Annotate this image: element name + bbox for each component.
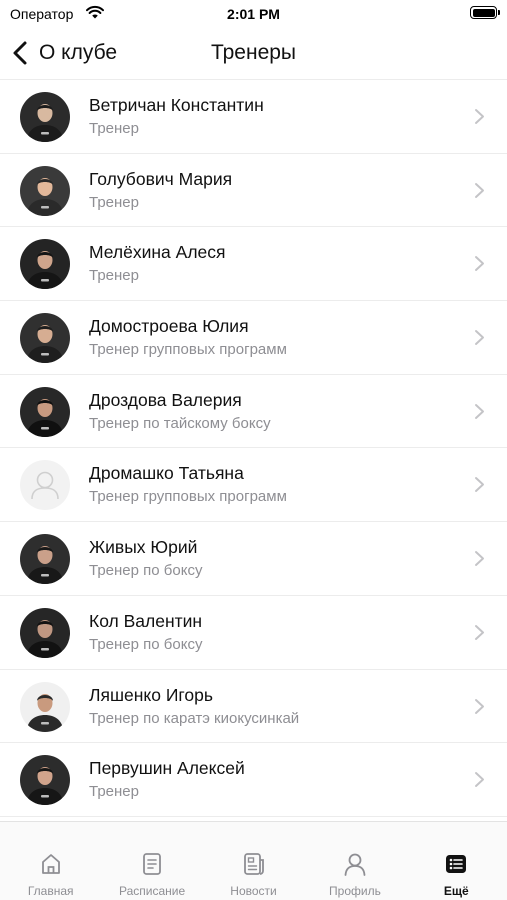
- trainer-role: Тренер: [89, 193, 139, 211]
- trainer-name: Ветричан Константин: [89, 95, 264, 115]
- chevron-right-icon: [475, 109, 484, 124]
- chevron-right-icon: [475, 624, 484, 640]
- trainer-role: Тренер по боксу: [89, 562, 203, 580]
- chevron-right-icon: [475, 698, 484, 714]
- avatar: [20, 755, 70, 806]
- tab-label: Ещё: [443, 884, 469, 898]
- avatar: [20, 92, 70, 142]
- trainer-row[interactable]: Домостроева Юлия Тренер групповых програм…: [0, 301, 507, 375]
- trainer-name: Мелёхина Алеся: [89, 242, 226, 263]
- avatar: [20, 607, 70, 658]
- schedule-icon: [143, 853, 162, 875]
- trainer-role: Тренер групповых программ: [89, 488, 287, 506]
- home-icon: [41, 854, 60, 874]
- trainer-name: Кол Валентин: [89, 610, 203, 631]
- trainer-name: Ляшенко Игорь: [89, 684, 214, 705]
- chevron-right-icon: [475, 182, 484, 198]
- chevron-right-icon: [475, 330, 484, 346]
- news-icon: [243, 853, 264, 875]
- tab-profile[interactable]: Профиль: [304, 822, 405, 900]
- trainer-row[interactable]: Дромашко Татьяна Тренер групповых програм…: [0, 448, 507, 523]
- avatar-placeholder-person-icon: [20, 460, 70, 511]
- trainer-row[interactable]: Первушин Алексей Тренер: [0, 743, 507, 817]
- tab-news[interactable]: Новости: [203, 822, 304, 900]
- trainer-row[interactable]: Голубович Мария Тренер: [0, 154, 507, 228]
- chevron-right-icon: [475, 403, 484, 419]
- trainer-role: Тренер: [89, 120, 139, 137]
- tab-bar: Главная Расписание Новости Профиль Ещё: [0, 821, 507, 900]
- trainer-row[interactable]: Дроздова Валерия Тренер по тайскому боксу: [0, 375, 507, 449]
- trainer-row[interactable]: Живых Юрий Тренер по боксу: [0, 522, 507, 596]
- avatar: [20, 534, 70, 585]
- navigation-bar: О клубе Тренеры: [0, 28, 507, 78]
- trainer-row[interactable]: Мелёхина Алеся Тренер: [0, 227, 507, 302]
- trainer-row[interactable]: Ляшенко Игорь Тренер по каратэ киокусинка…: [0, 670, 507, 744]
- trainer-row[interactable]: Кол Валентин Тренер по боксу: [0, 596, 507, 670]
- back-button-label: О клубе: [39, 41, 118, 64]
- trainer-name: Домостроева Юлия: [89, 316, 249, 337]
- trainer-role: Тренер по боксу: [89, 635, 203, 653]
- trainer-name: Голубович Мария: [89, 168, 233, 189]
- trainer-row[interactable]: Ветричан Константин Тренер: [0, 80, 507, 154]
- avatar: [20, 313, 70, 364]
- status-bar: Оператор 2:01 PM: [0, 0, 507, 28]
- avatar: [20, 681, 70, 732]
- trainer-role: Тренер: [89, 783, 139, 801]
- chevron-right-icon: [475, 256, 484, 272]
- tab-label: Расписание: [119, 884, 186, 898]
- tab-label: Новости: [230, 884, 277, 898]
- trainer-name: Дроздова Валерия: [89, 389, 242, 410]
- more-list-icon: [446, 855, 467, 873]
- tab-more-list[interactable]: Ещё: [406, 822, 507, 900]
- profile-icon: [344, 853, 366, 876]
- tab-label: Профиль: [329, 884, 381, 898]
- avatar: [20, 239, 70, 290]
- trainer-role: Тренер по каратэ киокусинкай: [89, 709, 300, 727]
- chevron-left-icon: [13, 41, 27, 65]
- trainers-list[interactable]: Ветричан Константин Тренер Голубович Мария…: [0, 79, 507, 821]
- trainer-name: Первушин Алексей: [89, 758, 245, 779]
- tab-schedule[interactable]: Расписание: [101, 822, 202, 900]
- avatar: [20, 386, 70, 437]
- trainer-role: Тренер по тайскому боксу: [89, 414, 271, 432]
- chevron-right-icon: [475, 551, 484, 567]
- trainer-role: Тренер: [89, 267, 139, 285]
- tab-home[interactable]: Главная: [0, 822, 101, 900]
- trainer-role: Тренер групповых программ: [89, 341, 287, 359]
- avatar: [20, 165, 70, 216]
- back-button[interactable]: О клубе: [10, 36, 117, 70]
- chevron-right-icon: [475, 772, 484, 788]
- trainer-name: Живых Юрий: [89, 537, 198, 558]
- trainer-name: Дромашко Татьяна: [89, 463, 244, 484]
- chevron-right-icon: [475, 477, 484, 493]
- tab-label: Главная: [27, 884, 74, 898]
- status-time: 2:01 PM: [227, 6, 280, 22]
- battery-icon: [470, 6, 500, 19]
